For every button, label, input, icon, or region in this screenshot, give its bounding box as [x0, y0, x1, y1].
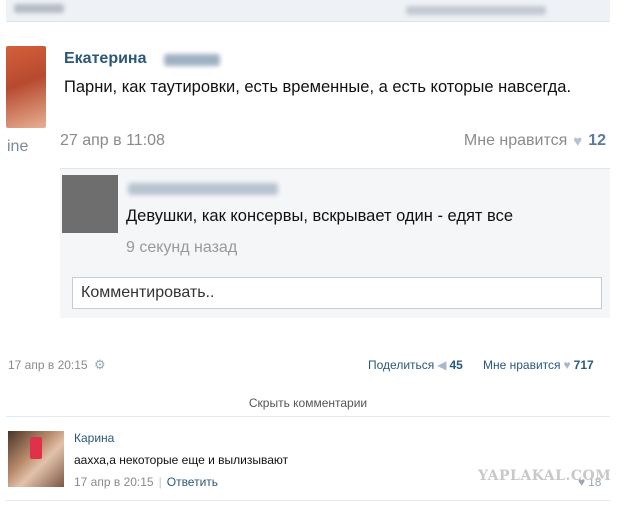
- heart-icon: ♥: [573, 132, 583, 150]
- author-avatar[interactable]: [6, 46, 46, 128]
- reply-section: Девушки, как консервы, вскрывает один - …: [60, 168, 610, 318]
- site-watermark: YAPLAKAL.COM: [478, 468, 612, 484]
- embedded-post-screenshot: ine Екатерина Парни, как таутировки, ест…: [0, 34, 612, 324]
- reply-text: Девушки, как консервы, вскрывает один - …: [126, 207, 514, 225]
- comment-input[interactable]: Комментировать..: [72, 277, 602, 309]
- gear-icon[interactable]: ⚙: [94, 357, 106, 373]
- share-count: 45: [449, 358, 463, 372]
- reply-link[interactable]: Ответить: [167, 475, 218, 489]
- like-label: Мне нравится: [483, 358, 561, 372]
- blurred-reply-author: [128, 183, 278, 195]
- divider: [6, 500, 610, 501]
- divider: [6, 416, 610, 417]
- like-button[interactable]: Мне нравится ♥ 717: [483, 358, 594, 372]
- share-button[interactable]: Поделиться ◀ 45: [368, 358, 463, 372]
- post-text: Парни, как таутировки, есть временные, а…: [64, 78, 572, 96]
- post-author-name[interactable]: Екатерина: [64, 50, 146, 68]
- blurred-surname: [164, 54, 220, 66]
- post-like-button[interactable]: Мне нравится ♥ 12: [464, 132, 606, 150]
- blurred-text-left: [14, 4, 64, 13]
- phone-shape: [30, 437, 42, 459]
- post-date[interactable]: 27 апр в 11:08: [60, 132, 165, 150]
- reply-avatar[interactable]: [62, 175, 118, 233]
- like-label: Мне нравится: [463, 132, 568, 149]
- comment-time[interactable]: 17 апр в 20:15: [74, 475, 154, 489]
- comment-text: аахха,а некоторые еще и вылизывают: [74, 453, 289, 467]
- reply-time[interactable]: 9 секунд назад: [126, 239, 237, 257]
- comment-meta: 17 апр в 20:15 | Ответить: [74, 475, 218, 489]
- like-count: 12: [588, 132, 606, 149]
- hide-comments-link[interactable]: Скрыть комментарии: [0, 396, 616, 410]
- heart-icon: ♥: [563, 358, 571, 372]
- top-blurred-header: [0, 0, 640, 22]
- commenter-name[interactable]: Карина: [74, 431, 114, 445]
- post-meta-bar: 17 апр в 20:15 ⚙ Поделиться ◀ 45 Мне нра…: [0, 356, 612, 378]
- post-date[interactable]: 17 апр в 20:15: [8, 358, 88, 372]
- commenter-avatar[interactable]: [8, 431, 64, 487]
- share-label: Поделиться: [368, 358, 435, 372]
- megaphone-icon: ◀: [437, 358, 447, 372]
- cut-off-text: ine: [7, 138, 29, 155]
- blurred-text-right: [406, 6, 546, 15]
- like-count: 717: [573, 358, 594, 372]
- header-strip: [6, 0, 610, 22]
- separator: |: [158, 475, 162, 489]
